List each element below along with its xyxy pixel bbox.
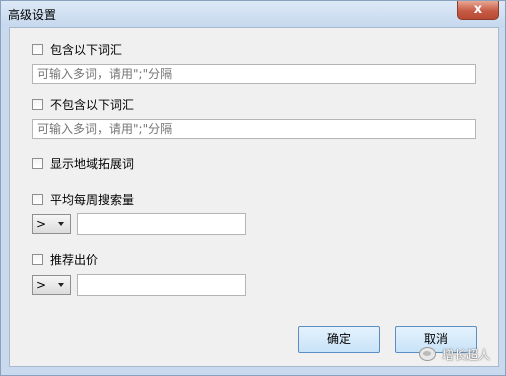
avg-weekly-search-checkbox[interactable]	[32, 193, 43, 205]
recommended-bid-checkbox[interactable]	[32, 253, 43, 265]
exclude-words-option[interactable]: 不包含以下词汇	[32, 96, 134, 112]
close-icon: x	[473, 2, 483, 17]
ok-button[interactable]: 确定	[298, 326, 380, 353]
exclude-words-input[interactable]	[32, 119, 476, 139]
chevron-down-icon	[58, 222, 64, 226]
exclude-words-label: 不包含以下词汇	[50, 97, 135, 112]
recommended-bid-operator-select[interactable]: >	[32, 275, 71, 295]
include-words-option[interactable]: 包含以下词汇	[32, 41, 122, 57]
close-button[interactable]: x	[457, 1, 499, 20]
include-words-input[interactable]	[32, 64, 476, 84]
show-region-ext-checkbox[interactable]	[32, 157, 43, 169]
include-words-label: 包含以下词汇	[50, 42, 123, 57]
dialog-body: 包含以下词汇 不包含以下词汇 显示地域拓展词 平均每周搜索量 > 推	[9, 27, 499, 367]
watermark: 增长超人	[419, 346, 490, 362]
recommended-bid-value-input[interactable]	[77, 274, 246, 296]
title-bar[interactable]: 高级设置 x	[1, 1, 505, 27]
avg-weekly-search-operator-select[interactable]: >	[32, 214, 71, 234]
wechat-icon	[419, 347, 436, 361]
recommended-bid-option[interactable]: 推荐出价	[32, 251, 98, 267]
operator-value: >	[36, 217, 47, 231]
dialog-title: 高级设置	[8, 8, 57, 22]
advanced-settings-dialog: 高级设置 x 包含以下词汇 不包含以下词汇 显示地域拓展词 平均每周搜索量 >	[0, 0, 506, 376]
chevron-down-icon	[58, 283, 64, 287]
show-region-ext-label: 显示地域拓展词	[50, 156, 135, 171]
include-words-checkbox[interactable]	[32, 43, 43, 55]
recommended-bid-label: 推荐出价	[50, 252, 99, 267]
avg-weekly-search-option[interactable]: 平均每周搜索量	[32, 191, 134, 207]
operator-value: >	[36, 278, 47, 292]
show-region-ext-option[interactable]: 显示地域拓展词	[32, 155, 134, 171]
avg-weekly-search-value-input[interactable]	[77, 213, 246, 235]
avg-weekly-search-label: 平均每周搜索量	[50, 192, 135, 207]
exclude-words-checkbox[interactable]	[32, 98, 43, 110]
watermark-text: 增长超人	[442, 347, 491, 362]
